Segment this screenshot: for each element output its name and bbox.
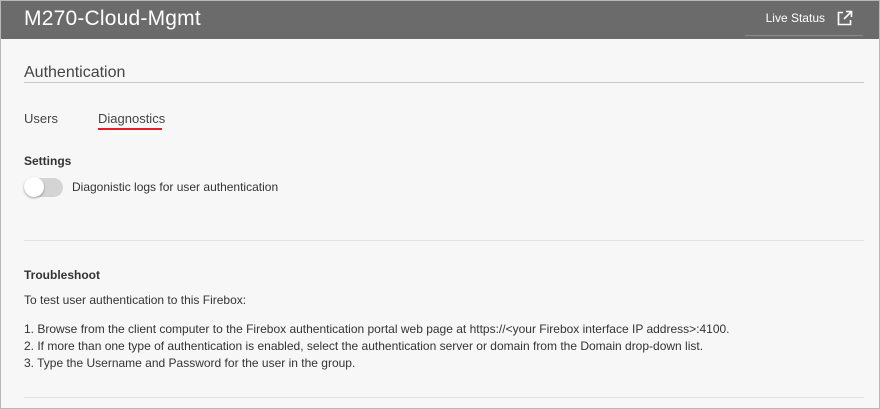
tab-users[interactable]: Users xyxy=(24,111,58,126)
troubleshoot-heading: Troubleshoot xyxy=(24,268,100,282)
troubleshoot-intro: To test user authentication to this Fire… xyxy=(24,293,247,307)
bottom-divider xyxy=(24,397,864,398)
device-name: M270-Cloud-Mgmt xyxy=(24,7,201,30)
troubleshoot-step: 3. Type the Username and Password for th… xyxy=(24,356,356,370)
settings-heading: Settings xyxy=(24,154,72,168)
active-tab-indicator xyxy=(98,128,162,130)
troubleshoot-step: 2. If more than one type of authenticati… xyxy=(24,339,704,353)
diagnostic-logs-toggle-label: Diagonistic logs for user authentication xyxy=(72,180,279,194)
top-bar: M270-Cloud-Mgmt Live Status xyxy=(1,1,879,39)
tab-diagnostics[interactable]: Diagnostics xyxy=(98,111,165,126)
page-title: Authentication xyxy=(24,64,126,81)
diagnostic-logs-toggle[interactable] xyxy=(24,177,63,197)
toggle-knob xyxy=(24,177,44,197)
troubleshoot-step: 1. Browse from the client computer to th… xyxy=(24,322,730,336)
live-status-link[interactable]: Live Status xyxy=(745,1,863,36)
external-link-icon xyxy=(836,10,853,27)
troubleshoot-steps: 1. Browse from the client computer to th… xyxy=(24,321,730,372)
section-divider xyxy=(24,240,864,241)
title-divider xyxy=(24,82,864,83)
live-status-label: Live Status xyxy=(765,11,825,25)
